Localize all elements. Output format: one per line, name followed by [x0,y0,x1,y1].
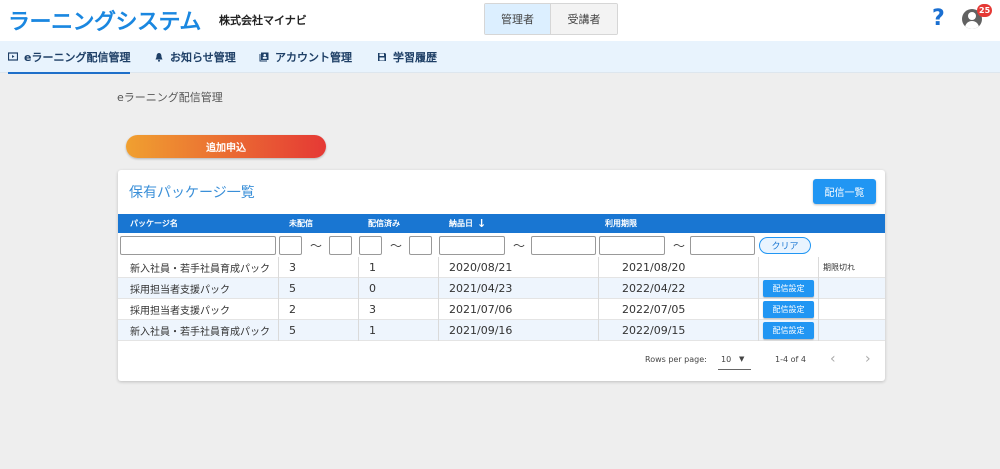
filter-expiry-from-input[interactable] [599,236,665,255]
table-row: 新入社員・若手社員育成パック 3 1 2020/08/21 2021/08/20… [118,257,885,278]
help-icon[interactable]: ? [932,6,945,31]
user-menu[interactable]: 25 [962,4,993,31]
filter-expiry-to-input[interactable] [690,236,755,255]
main-nav: eラーニング配信管理 お知らせ管理 アカウント管理 学習履歴 [0,41,1000,74]
column-header-undelivered[interactable]: 未配信 [289,214,313,233]
role-admin-button[interactable]: 管理者 [485,4,551,34]
nav-item-label: eラーニング配信管理 [24,51,131,64]
column-header-expiry[interactable]: 利用期限 [605,214,637,233]
delivery-settings-button[interactable]: 配信設定 [763,322,814,339]
filter-undelivered-max-input[interactable] [329,236,352,255]
app-logo[interactable]: ラーニングシステム [8,4,201,36]
filter-delivered-min-input[interactable] [359,236,382,255]
chevron-left-icon[interactable]: ‹ [830,351,836,367]
cell-undelivered: 5 [289,324,296,337]
cell-expiry: 2022/04/22 [622,282,686,295]
cell-package-name: 採用担当者支援パック [130,306,230,317]
cell-delivery-date: 2021/04/23 [449,282,513,295]
breadcrumb: eラーニング配信管理 [117,91,223,104]
filter-undelivered-min-input[interactable] [279,236,302,255]
filter-delivery-date-from-input[interactable] [439,236,505,255]
column-header-delivery-date[interactable]: 納品日 ↓ [449,214,486,233]
column-header-label: 納品日 [449,219,473,228]
notification-badge: 25 [977,4,993,17]
role-learner-button[interactable]: 受講者 [551,4,617,34]
filter-delivered-max-input[interactable] [409,236,432,255]
cell-delivery-date: 2021/09/16 [449,324,513,337]
cell-undelivered: 5 [289,282,296,295]
monitor-play-icon [8,52,18,61]
nav-item-label: お知らせ管理 [170,51,236,64]
table-header: パッケージ名 未配信 配信済み 納品日 ↓ 利用期限 [118,214,885,233]
cell-package-name: 採用担当者支援パック [130,285,230,296]
cell-package-name: 新入社員・若手社員育成パック [130,264,270,275]
cell-delivered: 3 [369,303,376,316]
filter-package-name-input[interactable] [120,236,276,255]
nav-item-elearning[interactable]: eラーニング配信管理 [8,41,131,74]
rows-per-page-label: Rows per page: [645,355,707,364]
rows-per-page-select[interactable]: 10 [721,355,731,364]
cell-expiry: 2021/08/20 [622,261,686,274]
nav-item-accounts[interactable]: アカウント管理 [259,41,352,73]
cell-package-name: 新入社員・若手社員育成パック [130,327,270,338]
filter-delivery-date-to-input[interactable] [531,236,596,255]
account-box-icon [259,52,269,62]
column-header-package-name[interactable]: パッケージ名 [130,214,178,233]
card-title: 保有パッケージ一覧 [129,185,255,201]
cell-undelivered: 2 [289,303,296,316]
nav-item-label: 学習履歴 [393,51,437,64]
filter-row: 〜 〜 〜 〜 クリア [118,233,885,257]
delivery-list-button[interactable]: 配信一覧 [813,179,876,204]
pagination: Rows per page: 10 ▼ 1-4 of 4 ‹ › [118,348,885,372]
clear-filter-button[interactable]: クリア [759,237,811,254]
table-row: 新入社員・若手社員育成パック 5 1 2021/09/16 2022/09/15… [118,320,885,341]
cell-expiry: 2022/09/15 [622,324,686,337]
delivery-settings-button[interactable]: 配信設定 [763,301,814,318]
range-separator: 〜 [513,239,526,253]
cell-delivery-date: 2021/07/06 [449,303,513,316]
cell-delivered: 0 [369,282,376,295]
cell-delivered: 1 [369,261,376,274]
package-list-card: 保有パッケージ一覧 配信一覧 パッケージ名 未配信 配信済み 納品日 ↓ 利用期… [118,170,885,381]
nav-item-label: アカウント管理 [275,51,352,64]
add-application-button[interactable]: 追加申込 [126,135,326,158]
cell-delivered: 1 [369,324,376,337]
table-row: 採用担当者支援パック 5 0 2021/04/23 2022/04/22 配信設… [118,278,885,299]
save-icon [378,53,386,61]
range-separator: 〜 [310,239,323,253]
nav-item-notices[interactable]: お知らせ管理 [154,41,236,73]
cell-expiry: 2022/07/05 [622,303,686,316]
chevron-right-icon[interactable]: › [865,351,871,367]
range-separator: 〜 [673,239,686,253]
bell-icon [155,53,163,62]
page-range: 1-4 of 4 [775,355,806,364]
role-switch: 管理者 受講者 [484,3,618,35]
range-separator: 〜 [390,239,403,253]
delivery-settings-button[interactable]: 配信設定 [763,280,814,297]
column-header-delivered[interactable]: 配信済み [368,214,400,233]
app-header: ラーニングシステム 株式会社マイナビ 管理者 受講者 ? 25 [0,0,1000,41]
nav-item-history[interactable]: 学習履歴 [377,41,437,73]
cell-delivery-date: 2020/08/21 [449,261,513,274]
company-name: 株式会社マイナビ [219,14,307,27]
arrow-down-icon: ↓ [477,217,487,230]
table-row: 採用担当者支援パック 2 3 2021/07/06 2022/07/05 配信設… [118,299,885,320]
caret-down-icon[interactable]: ▼ [739,355,744,363]
cell-undelivered: 3 [289,261,296,274]
status-badge: 期限切れ [823,263,855,272]
